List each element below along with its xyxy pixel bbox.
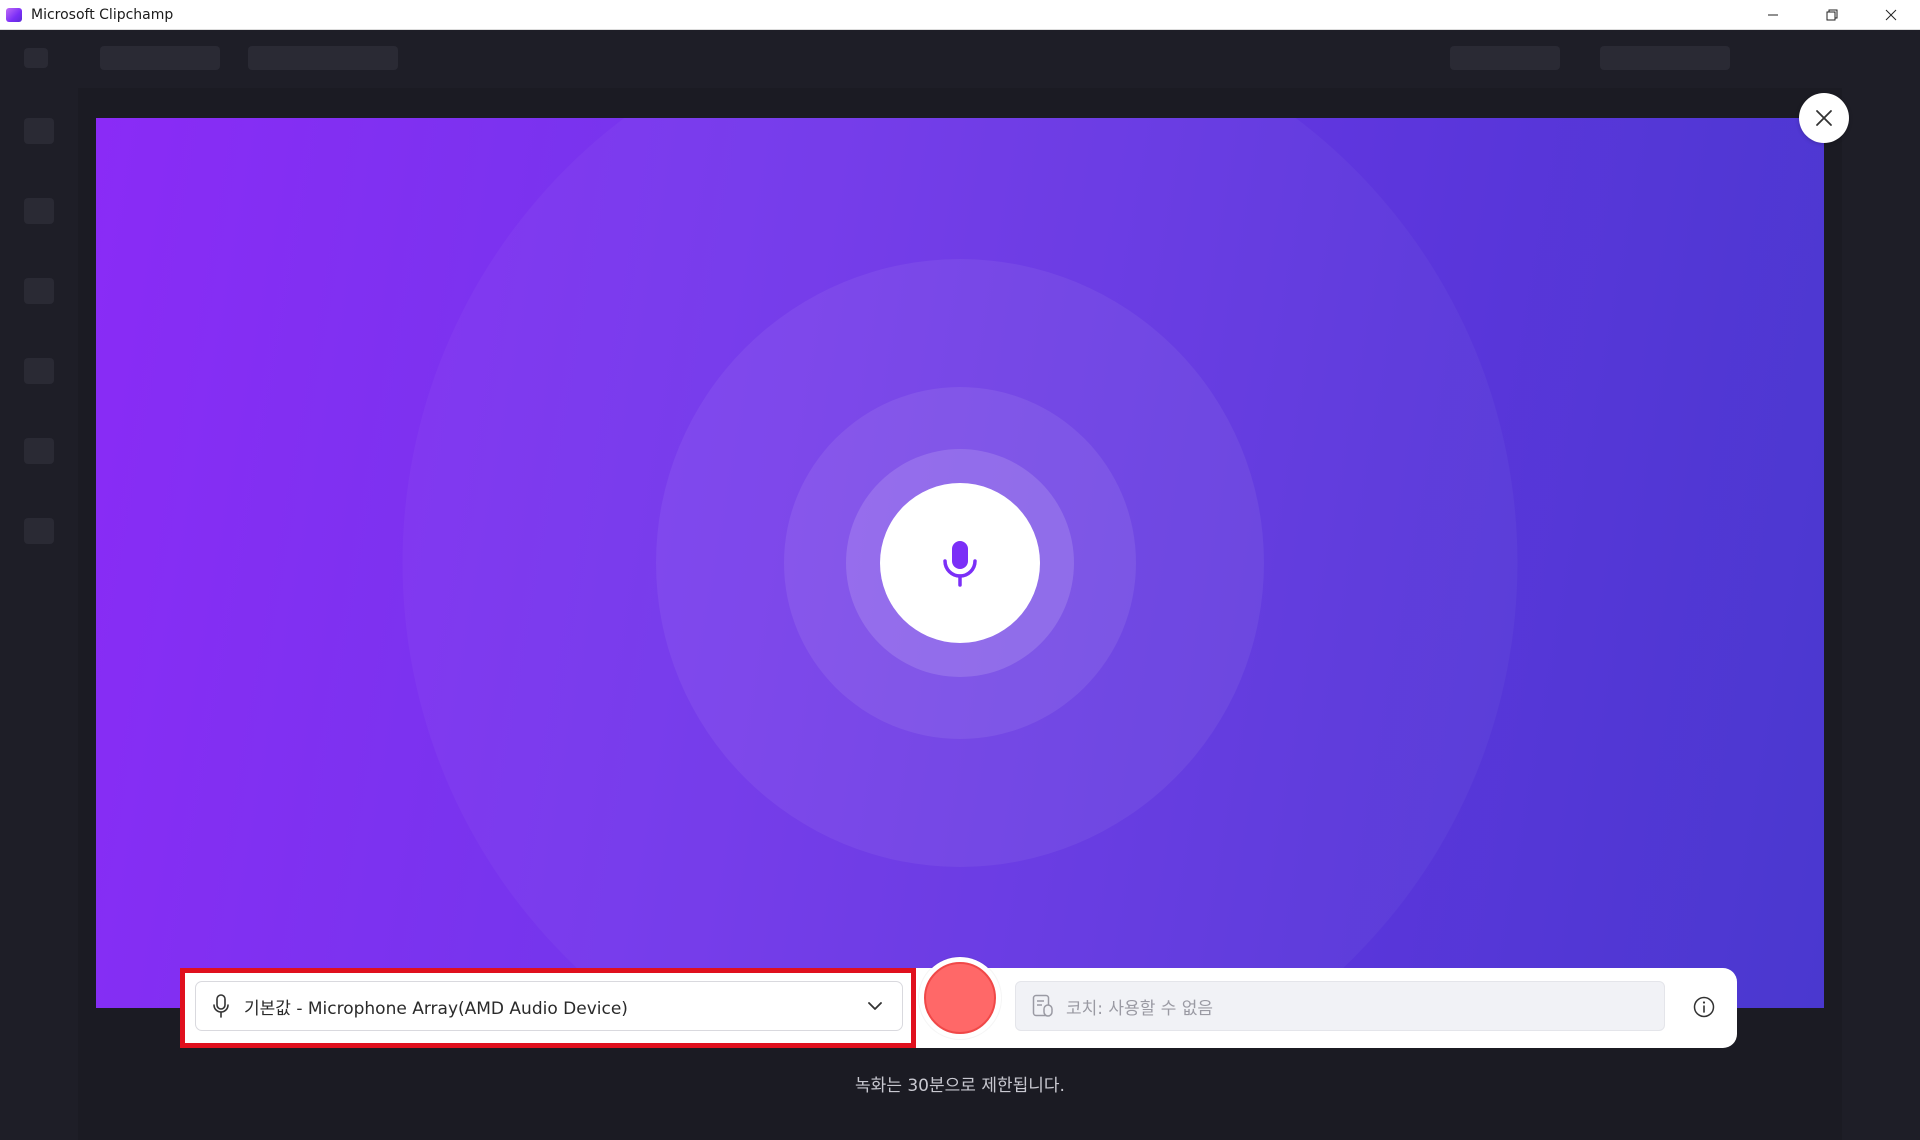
close-icon bbox=[1885, 9, 1896, 20]
audio-recording-stage bbox=[96, 118, 1824, 1008]
info-button[interactable] bbox=[1693, 996, 1715, 1018]
recording-limit-note: 녹화는 30분으로 제한됩니다. bbox=[855, 1076, 1065, 1096]
background-sidebar-item bbox=[24, 198, 54, 224]
minimize-icon bbox=[1767, 14, 1778, 15]
background-sidebar-item bbox=[24, 278, 54, 304]
background-right-panel bbox=[1842, 88, 1920, 1140]
coach-field: 코치: 사용할 수 없음 bbox=[1015, 981, 1665, 1031]
window-controls bbox=[1743, 0, 1920, 29]
clipchamp-logo-icon bbox=[6, 7, 22, 22]
restore-icon bbox=[1826, 9, 1837, 20]
microphone-indicator bbox=[880, 483, 1040, 643]
background-top-bar bbox=[0, 30, 1920, 88]
record-button[interactable] bbox=[924, 962, 996, 1034]
microphone-select-value: 기본값 - Microphone Array(AMD Audio Device) bbox=[244, 998, 628, 1019]
microphone-icon bbox=[943, 541, 977, 587]
background-export-button bbox=[1600, 46, 1730, 70]
restore-button[interactable] bbox=[1802, 0, 1861, 29]
close-icon bbox=[1816, 110, 1832, 126]
speaker-notes-icon bbox=[1032, 994, 1054, 1018]
background-sidebar-item bbox=[24, 358, 54, 384]
background-sidebar bbox=[0, 88, 78, 1140]
close-window-button[interactable] bbox=[1861, 0, 1920, 29]
background-project-name bbox=[248, 46, 398, 70]
window-title: Microsoft Clipchamp bbox=[31, 6, 174, 23]
background-menu-icon bbox=[24, 48, 48, 68]
background-brand bbox=[100, 46, 220, 70]
chevron-down-icon bbox=[868, 1001, 882, 1011]
coach-status-text: 코치: 사용할 수 없음 bbox=[1066, 998, 1214, 1019]
background-upgrade-button bbox=[1450, 46, 1560, 70]
background-sidebar-item bbox=[24, 438, 54, 464]
microphone-select[interactable]: 기본값 - Microphone Array(AMD Audio Device) bbox=[195, 981, 903, 1031]
close-recorder-button[interactable] bbox=[1799, 93, 1849, 143]
background-sidebar-item bbox=[24, 518, 54, 544]
info-icon bbox=[1693, 996, 1715, 1018]
background-sidebar-item bbox=[24, 118, 54, 144]
title-bar: Microsoft Clipchamp bbox=[0, 0, 1920, 30]
microphone-icon bbox=[212, 994, 230, 1018]
record-button-ring bbox=[919, 957, 1001, 1039]
minimize-button[interactable] bbox=[1743, 0, 1802, 29]
